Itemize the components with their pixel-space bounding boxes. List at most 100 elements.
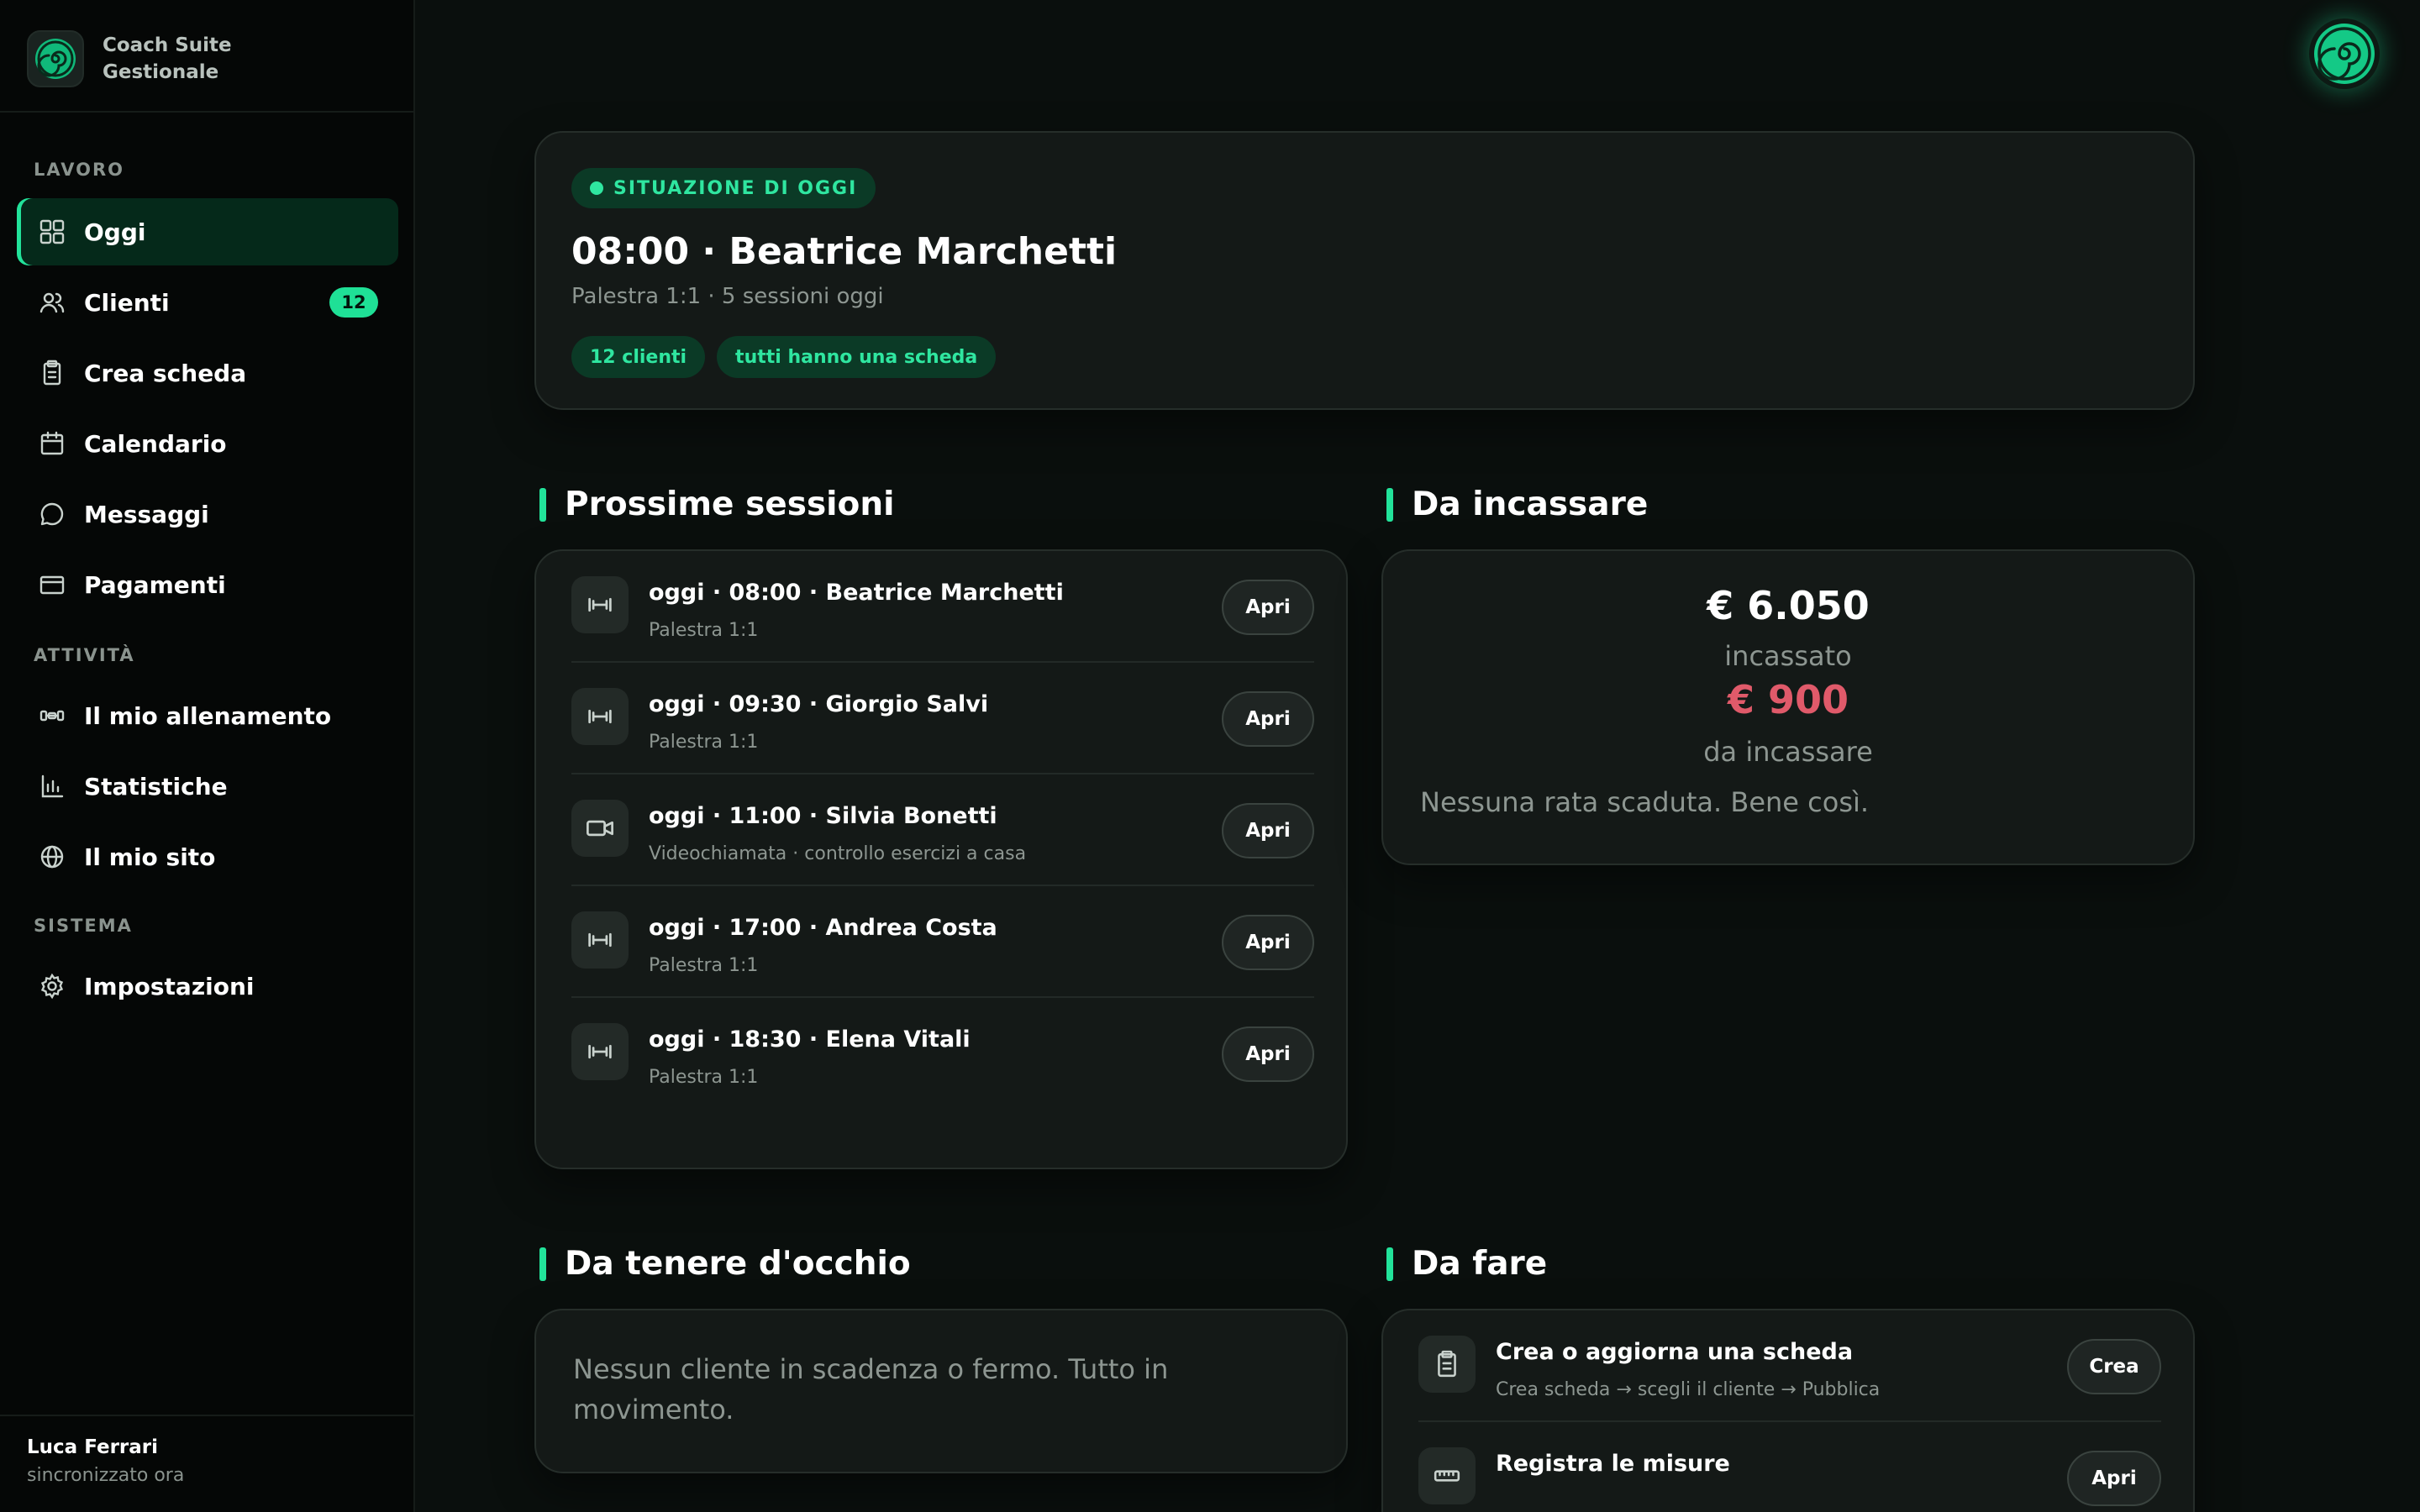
session-title: oggi · 11:00 · Silvia Bonetti — [649, 803, 997, 829]
sidebar: Coach Suite Gestionale LAVORO Oggi Clien… — [0, 0, 415, 1512]
sidebar-item-calendario[interactable]: Calendario — [17, 410, 398, 477]
today-summary-card: SITUAZIONE DI OGGI 08:00 · Beatrice Marc… — [534, 131, 2195, 410]
plans-status-tag: tutti hanno una scheda — [717, 336, 997, 378]
due-amount: € 900 — [1727, 677, 1849, 722]
sidebar-item-label: Pagamenti — [84, 570, 226, 599]
list-item[interactable]: oggi · 17:00 · Andrea Costa Palestra 1:1… — [571, 886, 1314, 998]
watchlist-card: Nessun cliente in scadenza o fermo. Tutt… — [534, 1309, 1348, 1473]
dumbbell-icon — [571, 1023, 629, 1080]
globe-icon — [37, 842, 67, 872]
sidebar-item-crea-scheda[interactable]: Crea scheda — [17, 339, 398, 407]
credit-card-icon — [37, 570, 67, 600]
spiral-logo-icon — [27, 30, 84, 87]
list-item[interactable]: oggi · 18:30 · Elena Vitali Palestra 1:1… — [571, 998, 1314, 1110]
sidebar-item-il-mio-sito[interactable]: Il mio sito — [17, 823, 398, 890]
session-subtitle: Palestra 1:1 — [649, 1067, 759, 1088]
clients-count-badge: 12 — [329, 287, 378, 318]
sidebar-item-il-mio-allenamento[interactable]: Il mio allenamento — [17, 682, 398, 749]
divider — [0, 1415, 415, 1416]
section-label-lavoro: LAVORO — [34, 160, 124, 180]
users-icon — [37, 287, 67, 318]
status-dot-icon — [590, 181, 603, 195]
list-item[interactable]: oggi · 11:00 · Silvia Bonetti Videochiam… — [571, 774, 1314, 886]
session-title: oggi · 17:00 · Andrea Costa — [649, 915, 997, 941]
brand-name: Coach Suite — [103, 34, 232, 56]
grid-icon — [37, 217, 67, 247]
sidebar-item-impostazioni[interactable]: Impostazioni — [17, 953, 398, 1020]
video-icon — [571, 800, 629, 857]
collected-amount: € 6.050 — [1707, 583, 1870, 628]
section-title-da-incassare: Da incassare — [1386, 486, 1648, 523]
clients-count-tag: 12 clienti — [571, 336, 706, 378]
sidebar-item-statistiche[interactable]: Statistiche — [17, 753, 398, 820]
todo-card: Crea o aggiorna una scheda Crea scheda →… — [1381, 1309, 2195, 1512]
sidebar-item-pagamenti[interactable]: Pagamenti — [17, 551, 398, 618]
open-session-button[interactable]: Apri — [1222, 803, 1314, 858]
sidebar-item-oggi[interactable]: Oggi — [17, 198, 398, 265]
next-session-subtitle: Palestra 1:1 · 5 sessioni oggi — [571, 284, 884, 309]
session-title: oggi · 09:30 · Giorgio Salvi — [649, 691, 989, 717]
list-item[interactable]: Registra le misure Apri — [1418, 1422, 2161, 1512]
sidebar-item-label: Calendario — [84, 429, 227, 458]
section-label-attivita: ATTIVITÀ — [34, 645, 135, 665]
create-plan-button[interactable]: Crea — [2067, 1339, 2161, 1394]
clipboard-icon — [1418, 1336, 1476, 1393]
open-session-button[interactable]: Apri — [1222, 915, 1314, 970]
list-item[interactable]: oggi · 09:30 · Giorgio Salvi Palestra 1:… — [571, 663, 1314, 774]
sidebar-item-label: Clienti — [84, 288, 170, 317]
payments-summary-card: € 6.050 incassato € 900 da incassare Nes… — [1381, 549, 2195, 865]
sync-status: sincronizzato ora — [27, 1465, 185, 1486]
dumbbell-icon — [37, 701, 67, 731]
sidebar-item-messaggi[interactable]: Messaggi — [17, 480, 398, 548]
status-badge-label: SITUAZIONE DI OGGI — [613, 177, 858, 199]
section-title-label: Prossime sessioni — [565, 486, 895, 523]
open-session-button[interactable]: Apri — [1222, 1026, 1314, 1082]
brand[interactable]: Coach Suite Gestionale — [27, 30, 232, 87]
sidebar-item-clienti[interactable]: Clienti 12 — [17, 269, 398, 336]
spiral-logo-icon[interactable] — [2309, 18, 2380, 89]
session-title: oggi · 08:00 · Beatrice Marchetti — [649, 580, 1064, 606]
chat-icon — [37, 499, 67, 529]
accent-bar — [539, 1247, 546, 1281]
section-title-da-fare: Da fare — [1386, 1245, 1547, 1283]
user-name[interactable]: Luca Ferrari — [27, 1436, 158, 1458]
sidebar-item-label: Oggi — [84, 218, 146, 246]
accent-bar — [539, 487, 546, 522]
sidebar-item-label: Impostazioni — [84, 972, 255, 1000]
sidebar-item-label: Il mio sito — [84, 843, 216, 871]
ruler-icon — [1418, 1447, 1476, 1504]
sessions-card: oggi · 08:00 · Beatrice Marchetti Palest… — [534, 549, 1348, 1169]
collected-label: incassato — [1724, 640, 1852, 672]
due-label: da incassare — [1703, 736, 1873, 768]
list-item[interactable]: Crea o aggiorna una scheda Crea scheda →… — [1418, 1310, 2161, 1422]
session-subtitle: Palestra 1:1 — [649, 732, 759, 753]
dumbbell-icon — [571, 688, 629, 745]
calendar-icon — [37, 428, 67, 459]
sidebar-item-label: Messaggi — [84, 500, 209, 528]
bar-chart-icon — [37, 771, 67, 801]
watchlist-empty-text: Nessun cliente in scadenza o fermo. Tutt… — [573, 1353, 1169, 1425]
section-title-prossime-sessioni: Prossime sessioni — [539, 486, 894, 523]
open-session-button[interactable]: Apri — [1222, 580, 1314, 635]
divider — [0, 111, 415, 113]
open-measurements-button[interactable]: Apri — [2067, 1451, 2161, 1506]
todo-title: Crea o aggiorna una scheda — [1496, 1339, 1854, 1365]
section-label-sistema: SISTEMA — [34, 916, 133, 936]
payments-note: Nessuna rata scaduta. Bene così. — [1420, 786, 1870, 818]
accent-bar — [1386, 487, 1393, 522]
list-item[interactable]: oggi · 08:00 · Beatrice Marchetti Palest… — [571, 551, 1314, 663]
brand-subtitle: Gestionale — [103, 61, 219, 83]
session-subtitle: Palestra 1:1 — [649, 620, 759, 641]
section-title-label: Da tenere d'occhio — [565, 1245, 911, 1283]
todo-subtitle: Crea scheda → scegli il cliente → Pubbli… — [1496, 1379, 1881, 1400]
session-title: oggi · 18:30 · Elena Vitali — [649, 1026, 971, 1053]
sidebar-item-label: Crea scheda — [84, 359, 247, 387]
dumbbell-icon — [571, 576, 629, 633]
todo-title: Registra le misure — [1496, 1451, 1730, 1477]
sidebar-item-label: Il mio allenamento — [84, 701, 332, 730]
dumbbell-icon — [571, 911, 629, 969]
clipboard-icon — [37, 358, 67, 388]
section-title-label: Da incassare — [1412, 486, 1649, 523]
session-subtitle: Videochiamata · controllo esercizi a cas… — [649, 843, 1027, 864]
open-session-button[interactable]: Apri — [1222, 691, 1314, 747]
